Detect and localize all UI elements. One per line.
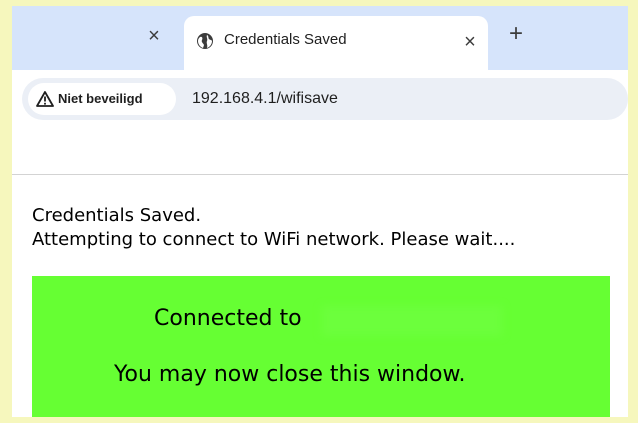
close-icon[interactable]: × <box>460 32 480 52</box>
security-chip[interactable]: Niet beveiligd <box>28 83 176 115</box>
status-line-connecting: Attempting to connect to WiFi network. P… <box>32 229 516 250</box>
connection-status-box: Connected to You may now close this wind… <box>32 276 610 417</box>
toolbar-divider <box>12 174 628 175</box>
plus-icon[interactable]: + <box>504 22 528 46</box>
warning-triangle-icon <box>36 91 54 107</box>
close-icon[interactable]: × <box>144 26 164 46</box>
address-bar[interactable]: Niet beveiligd 192.168.4.1/wifisave <box>22 78 628 120</box>
page-content: Credentials Saved. Attempting to connect… <box>32 204 628 252</box>
connected-text: Connected to <box>154 306 302 331</box>
globe-icon <box>197 33 213 49</box>
close-window-text: You may now close this window. <box>114 362 466 387</box>
security-label: Niet beveiligd <box>58 91 143 106</box>
browser-window: × Credentials Saved × + Niet beveiligd 1… <box>12 6 628 417</box>
tab-credentials-saved[interactable]: Credentials Saved × <box>184 16 488 70</box>
url-text[interactable]: 192.168.4.1/wifisave <box>192 90 338 108</box>
redacted-network-name <box>322 306 502 336</box>
status-line-saved: Credentials Saved. <box>32 205 202 226</box>
outer-frame: × Credentials Saved × + Niet beveiligd 1… <box>0 0 638 423</box>
tab-strip: × Credentials Saved × + <box>12 6 628 70</box>
tab-title: Credentials Saved <box>224 31 347 48</box>
